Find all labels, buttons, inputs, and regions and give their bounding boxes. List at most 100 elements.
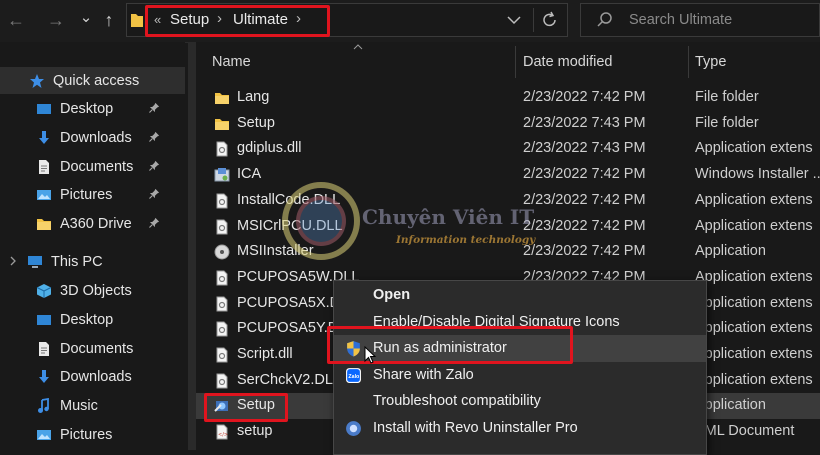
disc-icon [214,244,230,260]
file-name: Lang [237,89,270,105]
pictures-icon [35,427,53,443]
file-type: File folder [695,114,759,131]
file-name: Script.dll [237,346,293,362]
breadcrumb-ultimate[interactable]: Ultimate [233,11,288,28]
pin-icon[interactable] [149,188,160,202]
file-name: ICA [237,166,262,183]
sidebar-item[interactable]: Downloads [0,363,185,390]
file-row[interactable]: Lang 2/23/2022 7:42 PM File folder [196,85,820,111]
search-input[interactable]: Search Ultimate [629,12,732,28]
watermark-logo-inner [296,196,346,246]
dll-file-icon [214,219,230,235]
file-type: Application [695,397,766,414]
sidebar-item-label: Downloads [60,129,132,146]
column-divider[interactable] [688,46,689,78]
installer-icon [214,167,230,183]
file-type: Application extens [695,140,813,157]
watermark-subtitle: Information technology [396,234,536,246]
breadcrumb-separator: › [217,10,222,27]
context-menu-label: Install with Revo Uninstaller Pro [373,419,578,436]
desktop-icon [35,312,53,328]
context-menu-item[interactable]: Install with Revo Uninstaller Pro [334,415,706,442]
pin-icon[interactable] [149,131,160,145]
sidebar-item[interactable]: Music [0,392,185,419]
file-date-modified: 2/23/2022 7:42 PM [523,166,646,183]
sidebar-item[interactable]: Pictures [0,181,185,208]
forward-button[interactable]: → [42,6,70,34]
pin-icon[interactable] [149,160,160,174]
column-name[interactable]: Name [212,46,251,78]
file-row[interactable]: gdiplus.dll 2/23/2022 7:43 PM Application … [196,136,820,162]
expand-chevron-icon[interactable] [8,254,18,271]
sidebar-item-label: Pictures [60,426,113,443]
documents-icon [35,341,53,357]
sidebar-item[interactable]: Desktop [0,95,185,122]
sidebar-item[interactable]: Documents [0,153,185,180]
sidebar-item-label: Quick access [53,72,140,89]
star-icon [28,73,46,89]
watermark-title: Chuyên Viên IT [362,205,535,229]
chevron-down-icon[interactable] [507,15,521,25]
sidebar-item[interactable]: Documents [0,335,185,362]
sidebar-item-label: Downloads [60,368,132,385]
dll-file-icon [214,296,230,312]
svg-text:</>: </> [218,432,228,438]
file-type: Application [695,243,766,260]
dll-file-icon [214,141,230,157]
column-date-modified[interactable]: Date modified [523,46,612,78]
refresh-icon[interactable] [541,11,559,29]
file-row[interactable]: Setup 2/23/2022 7:43 PM File folder [196,111,820,137]
sidebar-item[interactable]: Quick access [0,67,185,94]
file-type: Application extens [695,191,813,208]
pin-icon[interactable] [149,217,160,231]
download-icon [35,130,53,146]
sidebar-item[interactable]: A360 Drive [0,210,185,237]
column-divider[interactable] [515,46,516,78]
dll-file-icon [214,347,230,363]
file-name: gdiplus.dll [237,140,302,157]
up-button[interactable]: ↑ [95,6,123,34]
file-type: File folder [695,89,759,105]
back-button[interactable]: ← [2,6,30,34]
breadcrumb-overflow[interactable]: « [154,12,161,27]
cube-icon [35,283,53,299]
search-icon [597,12,612,27]
dll-file-icon [214,270,230,286]
file-type: XML Document [695,423,795,440]
sidebar-item[interactable]: This PC [0,248,185,275]
file-row[interactable]: ICA 2/23/2022 7:42 PM Windows Installer ..… [196,162,820,188]
file-name: SerChckV2.DLL [237,371,341,388]
scrollbar[interactable] [188,42,196,450]
sidebar-item[interactable]: Downloads [0,124,185,151]
context-menu-item[interactable]: Zalo Share with Zalo [334,362,706,389]
file-date-modified: 2/23/2022 7:43 PM [523,140,646,157]
context-menu-label: Share with Zalo [373,366,474,383]
sidebar-item-label: Music [60,397,98,414]
context-menu-item[interactable]: Open [334,282,706,309]
sidebar-item-label: Documents [60,340,134,357]
sort-arrow-icon [353,44,363,50]
selected-file-highlight-box [204,393,288,422]
sidebar-item-label: This PC [51,253,103,270]
context-menu-item[interactable]: Troubleshoot compatibility [334,388,706,415]
sidebar-item[interactable]: Desktop [0,306,185,333]
breadcrumb-setup[interactable]: Setup [170,11,209,28]
pin-icon[interactable] [149,102,160,116]
file-type: Application extens [695,320,813,337]
column-type[interactable]: Type [695,46,726,78]
sidebar-item[interactable]: Pictures [0,421,185,448]
context-menu: Open Enable/Disable Digital Signature Ico… [333,280,707,455]
sidebar-item-label: Pictures [60,186,113,203]
sidebar-item[interactable]: 3D Objects [0,277,185,304]
context-menu-label: Open [373,287,411,303]
file-date-modified: 2/23/2022 7:42 PM [523,89,646,105]
file-name: Setup [237,114,275,131]
desktop-icon [35,101,53,117]
sidebar-item-label: A360 Drive [60,215,132,232]
dll-file-icon [214,321,230,337]
xml-file-icon: </> [214,424,230,440]
revo-icon [345,420,362,437]
context-menu-label: Troubleshoot compatibility [373,393,541,409]
file-type: Application extens [695,217,813,234]
file-date-modified: 2/23/2022 7:42 PM [523,191,646,208]
